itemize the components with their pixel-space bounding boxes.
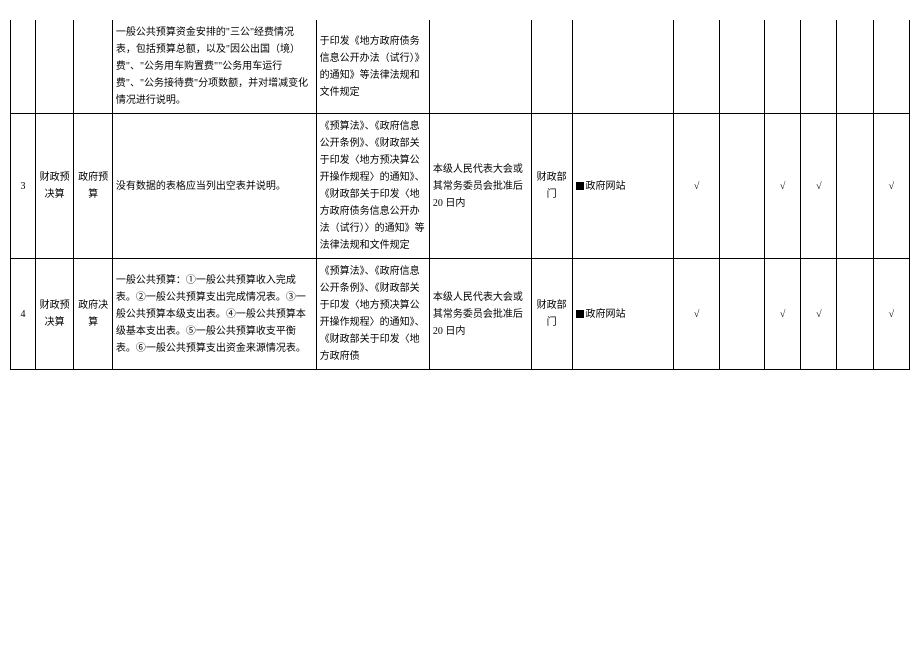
- square-icon: [576, 310, 584, 318]
- cell-category: [35, 20, 73, 114]
- square-icon: [576, 182, 584, 190]
- cell-channel: 政府网站: [572, 259, 674, 370]
- cell-category: 财政预决算: [35, 259, 73, 370]
- cell-index: 3: [11, 114, 36, 259]
- table-row: 一般公共预算资金安排的"三公"经费情况表，包括预算总额，以及"因公出国（境）费"…: [11, 20, 910, 114]
- cell-check: √: [801, 259, 837, 370]
- cell-dept: 财政部门: [531, 259, 572, 370]
- cell-check: [764, 20, 800, 114]
- cell-check: √: [801, 114, 837, 259]
- cell-check: √: [764, 114, 800, 259]
- cell-basis: 于印发《地方政府债务信息公开办法（试行）》的通知》等法律法规和文件规定: [316, 20, 429, 114]
- cell-index: 4: [11, 259, 36, 370]
- cell-check: √: [873, 259, 909, 370]
- cell-subcategory: 政府预算: [74, 114, 112, 259]
- cell-check: [837, 20, 873, 114]
- cell-category: 财政预决算: [35, 114, 73, 259]
- cell-description: 一般公共预算资金安排的"三公"经费情况表，包括预算总额，以及"因公出国（境）费"…: [112, 20, 316, 114]
- cell-time: [429, 20, 531, 114]
- table-row: 4 财政预决算 政府决算 一般公共预算：①一般公共预算收入完成表。②一般公共预算…: [11, 259, 910, 370]
- cell-check: [719, 20, 764, 114]
- cell-check: [837, 114, 873, 259]
- cell-check: √: [873, 114, 909, 259]
- cell-check: √: [674, 259, 719, 370]
- cell-check: [873, 20, 909, 114]
- cell-description: 没有数据的表格应当列出空表并说明。: [112, 114, 316, 259]
- cell-index: [11, 20, 36, 114]
- cell-dept: 财政部门: [531, 114, 572, 259]
- cell-basis: 《预算法》、《政府信息公开条例》、《财政部关于印发〈地方预决算公开操作规程〉的通…: [316, 114, 429, 259]
- cell-check: [837, 259, 873, 370]
- table-row: 3 财政预决算 政府预算 没有数据的表格应当列出空表并说明。 《预算法》、《政府…: [11, 114, 910, 259]
- disclosure-table: 一般公共预算资金安排的"三公"经费情况表，包括预算总额，以及"因公出国（境）费"…: [10, 20, 910, 370]
- cell-check: √: [674, 114, 719, 259]
- cell-check: [719, 259, 764, 370]
- cell-description: 一般公共预算：①一般公共预算收入完成表。②一般公共预算支出完成情况表。③一般公共…: [112, 259, 316, 370]
- cell-time: 本级人民代表大会或其常务委员会批准后 20 日内: [429, 114, 531, 259]
- cell-channel: [572, 20, 674, 114]
- cell-channel: 政府网站: [572, 114, 674, 259]
- cell-basis: 《预算法》、《政府信息公开条例》、《财政部关于印发〈地方预决算公开操作规程〉的通…: [316, 259, 429, 370]
- cell-check: [801, 20, 837, 114]
- cell-subcategory: 政府决算: [74, 259, 112, 370]
- cell-subcategory: [74, 20, 112, 114]
- cell-time: 本级人民代表大会或其常务委员会批准后 20 日内: [429, 259, 531, 370]
- cell-dept: [531, 20, 572, 114]
- cell-check: [719, 114, 764, 259]
- cell-check: [674, 20, 719, 114]
- cell-check: √: [764, 259, 800, 370]
